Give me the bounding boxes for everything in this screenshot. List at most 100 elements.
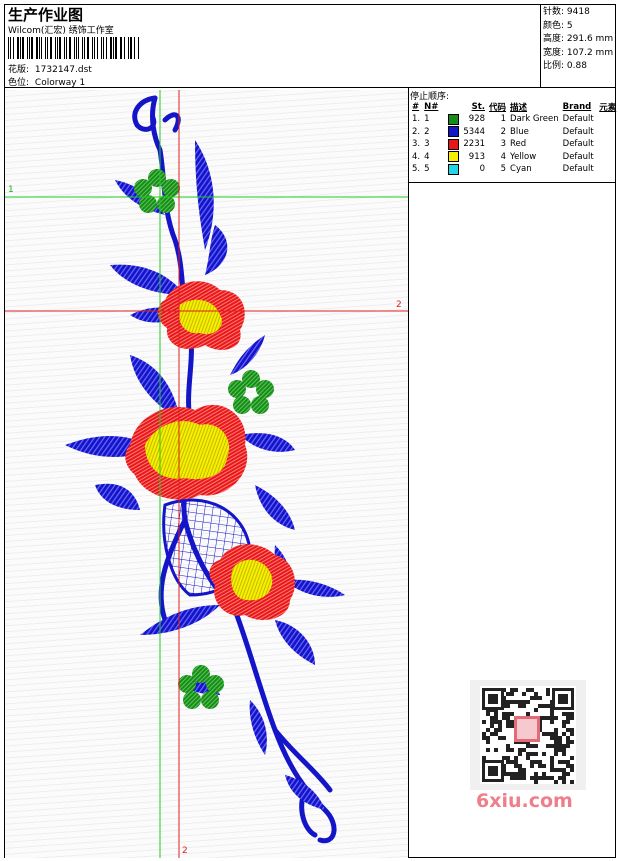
barcode-bar — [8, 37, 10, 59]
barcode-bar — [55, 37, 56, 59]
colors-stat: 颜色: 5 — [543, 20, 613, 34]
barcode-bar — [41, 37, 42, 59]
row-number: 2 — [424, 126, 430, 137]
row-description: Dark Green — [510, 114, 559, 125]
barcode-bar — [26, 37, 28, 59]
row-swatch — [446, 138, 461, 151]
color-swatch — [448, 138, 460, 150]
scale-label: 比例: — [543, 61, 565, 71]
stitches-label: 针数: — [543, 7, 565, 17]
width-value: 107.2 mm — [566, 47, 614, 58]
barcode-bar — [73, 37, 75, 59]
table-row: 3. 3 2231 3 Red Default — [410, 138, 618, 151]
row-stitches: 913 — [468, 151, 486, 162]
barcode-bar — [22, 37, 24, 59]
pattern-line: 花版: 1732147.dst — [8, 62, 92, 75]
row-index: 2. — [412, 126, 421, 137]
table-row: 4. 4 913 4 Yellow Default — [410, 151, 618, 164]
barcode-bar — [115, 37, 117, 59]
col-index: # — [412, 101, 420, 112]
qr-code-image — [480, 686, 576, 784]
canvas-divider — [408, 87, 409, 858]
stats-divider — [540, 4, 541, 87]
color-swatch — [448, 126, 460, 138]
barcode-bar — [84, 37, 86, 59]
col-color — [446, 100, 461, 113]
row-description: Yellow — [510, 151, 537, 162]
width-label: 宽度: — [543, 47, 565, 58]
row-stitches: 5344 — [463, 126, 486, 137]
barcode-bar — [13, 37, 14, 59]
row-index: 3. — [412, 139, 421, 150]
height-label: 高度: — [543, 34, 565, 44]
barcode-bar — [31, 37, 33, 59]
colorway-value: Colorway 1 — [34, 78, 86, 88]
table-row: 2. 2 5344 2 Blue Default — [410, 126, 618, 139]
row-brand: Default — [562, 164, 594, 175]
barcode-bar — [50, 37, 53, 59]
barcode-bar — [35, 37, 38, 59]
row-number: 5 — [424, 164, 430, 175]
barcode-bar — [81, 37, 84, 59]
col-brand: Brand — [562, 101, 592, 112]
barcode-bar — [100, 37, 103, 59]
color-swatch — [448, 151, 460, 163]
row-brand: Default — [562, 139, 594, 150]
barcode-bar — [87, 37, 90, 59]
barcode-bar — [94, 37, 96, 59]
barcode-bar — [16, 37, 19, 59]
guide-label-h1: 1 — [8, 185, 14, 195]
row-description: Cyan — [510, 164, 532, 175]
col-stitches: St. — [471, 101, 486, 112]
col-element: 元素 — [599, 102, 617, 113]
barcode-bar — [75, 37, 77, 59]
row-code: 4 — [500, 151, 507, 162]
barcode-bar — [78, 37, 79, 59]
stitches-value: 9418 — [566, 7, 590, 17]
company-name: Wilcom(汇宏) 绣饰工作室 — [8, 26, 114, 36]
row-number: 3 — [424, 139, 430, 150]
barcode — [8, 37, 140, 59]
height-stat: 高度: 291.6 mm — [543, 33, 613, 47]
col-code: 代码 — [489, 102, 507, 113]
barcode-bar — [121, 37, 122, 59]
embroidery-canvas: 1 2 2 — [5, 90, 408, 858]
colorway-line: 色位: Colorway 1 — [8, 75, 85, 88]
barcode-bar — [38, 37, 40, 59]
barcode-bar — [56, 37, 58, 59]
row-code: 5 — [500, 164, 507, 175]
barcode-bar — [92, 37, 94, 59]
stitches-stat: 针数: 9418 — [543, 6, 613, 20]
barcode-bar — [112, 37, 114, 59]
barcode-bar — [119, 37, 121, 59]
pattern-label: 花版: — [8, 65, 30, 75]
row-swatch — [446, 163, 461, 176]
row-index: 4. — [412, 151, 421, 162]
barcode-bar — [28, 37, 30, 59]
barcode-bar — [137, 37, 140, 59]
barcode-bar — [103, 37, 104, 59]
scale-stat: 比例: 0.88 — [543, 60, 613, 74]
row-swatch — [446, 151, 461, 164]
stop-sequence-table: # N# St. 代码 描述 Brand 元素 1. 1 928 1 Dark Gree… — [410, 100, 618, 176]
pattern-value: 1732147.dst — [34, 65, 92, 75]
barcode-bar — [97, 37, 98, 59]
guide-label-v2: 2 — [182, 846, 188, 856]
colorway-label: 色位: — [8, 78, 30, 88]
row-stitches: 0 — [479, 164, 486, 175]
row-element — [597, 113, 618, 126]
row-description: Blue — [510, 126, 529, 137]
barcode-bar — [10, 37, 12, 59]
barcode-bar — [63, 37, 65, 59]
color-swatch — [448, 163, 460, 175]
page-title: 生产作业图 — [8, 6, 84, 24]
col-description: 描述 — [510, 102, 528, 113]
row-number: 4 — [424, 151, 430, 162]
barcode-bar — [68, 37, 71, 59]
table-divider — [408, 182, 616, 183]
row-number: 1 — [424, 114, 430, 125]
row-stitches: 928 — [468, 114, 486, 125]
barcode-bar — [44, 37, 47, 59]
row-element — [597, 151, 618, 164]
barcode-bar — [124, 37, 126, 59]
